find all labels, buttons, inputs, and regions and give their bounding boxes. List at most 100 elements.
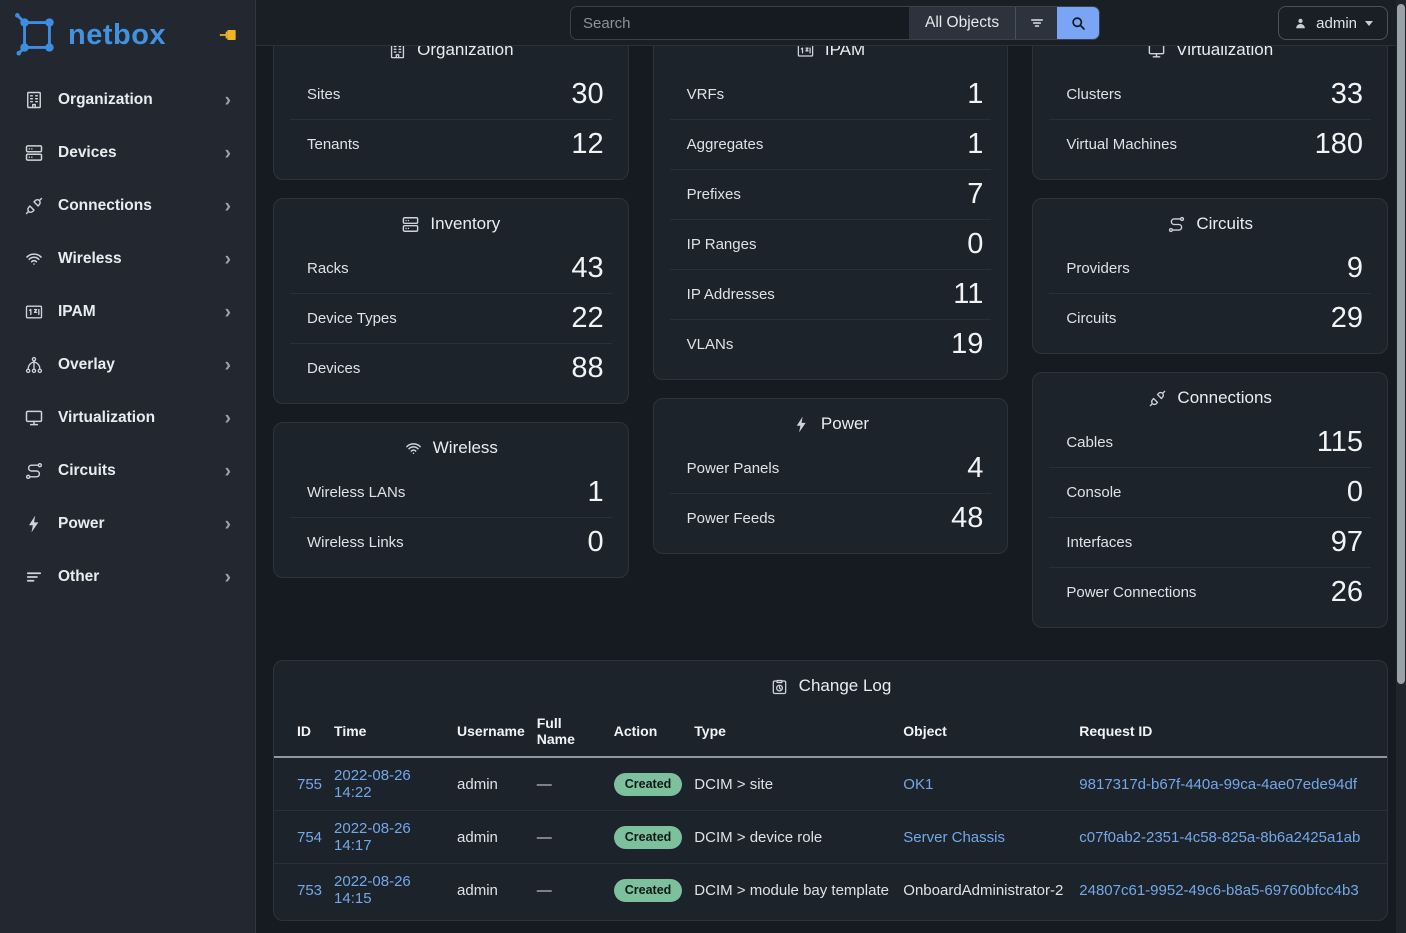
- stat-value-link[interactable]: 1: [967, 128, 983, 161]
- brand-name: netbox: [68, 19, 166, 52]
- logo[interactable]: netbox: [0, 0, 255, 68]
- log-object-link[interactable]: Server Chassis: [903, 829, 1005, 846]
- log-request-link[interactable]: 24807c61-9952-49c6-b8a5-69760bfcc4b3: [1079, 882, 1358, 899]
- sidebar-item-devices[interactable]: Devices ›: [12, 129, 243, 177]
- building-icon: [24, 90, 44, 110]
- dashboard-column: IPAM VRFs 1 Aggregates 1 Prefixes 7 IP R…: [653, 24, 1009, 554]
- stat-label: Virtual Machines: [1066, 136, 1177, 153]
- stat-value-link[interactable]: 1: [967, 78, 983, 111]
- log-request-link[interactable]: c07f0ab2-2351-4c58-825a-8b6a2425a1ab: [1079, 829, 1360, 846]
- sidebar-item-circuits[interactable]: Circuits ›: [12, 447, 243, 495]
- stat-value-link[interactable]: 30: [571, 78, 603, 111]
- stat-label: Racks: [307, 260, 349, 277]
- monitor-icon: [24, 408, 44, 428]
- stat-value-link[interactable]: 7: [967, 178, 983, 211]
- stat-label: Interfaces: [1066, 534, 1132, 551]
- log-time-link[interactable]: 2022-08-26 14:22: [334, 767, 411, 801]
- column-header-request-id: Request ID: [1079, 709, 1387, 757]
- sidebar-item-other[interactable]: Other ›: [12, 553, 243, 601]
- stat-label: Circuits: [1066, 310, 1116, 327]
- log-object-text: OnboardAdministrator-2: [903, 882, 1063, 899]
- sidebar-item-virtualization[interactable]: Virtualization ›: [12, 394, 243, 442]
- cell-time: 2022-08-26 14:22: [334, 757, 457, 811]
- chevron-right-icon: ›: [225, 568, 231, 587]
- log-id-link[interactable]: 755: [297, 776, 322, 793]
- cell-time: 2022-08-26 14:17: [334, 811, 457, 864]
- log-object-link[interactable]: OK1: [903, 776, 933, 793]
- stat-value-link[interactable]: 0: [1347, 476, 1363, 509]
- stat-label: Wireless LANs: [307, 484, 405, 501]
- stat-list: Power Panels 4 Power Feeds 48: [670, 443, 992, 543]
- stat-value-link[interactable]: 43: [571, 252, 603, 285]
- sidebar-pin-icon[interactable]: [219, 27, 239, 43]
- stat-value-link[interactable]: 9: [1347, 252, 1363, 285]
- log-id-link[interactable]: 753: [297, 882, 322, 899]
- sidebar-item-ipam[interactable]: IPAM ›: [12, 288, 243, 336]
- stat-value-link[interactable]: 97: [1331, 526, 1363, 559]
- log-time-link[interactable]: 2022-08-26 14:17: [334, 820, 411, 854]
- stat-row-ip-ranges: IP Ranges 0: [670, 219, 992, 269]
- log-time-link[interactable]: 2022-08-26 14:15: [334, 873, 411, 907]
- chevron-right-icon: ›: [225, 515, 231, 534]
- sidebar-nav: Organization › Devices › Connections › W…: [0, 68, 255, 614]
- stat-row-circuits: Circuits 29: [1049, 293, 1371, 343]
- stat-label: Power Feeds: [687, 510, 775, 527]
- stat-list: Sites 30 Tenants 12: [290, 69, 612, 169]
- card-organization: Organization Sites 30 Tenants 12: [273, 24, 629, 180]
- stat-value-link[interactable]: 19: [951, 328, 983, 361]
- sidebar-item-organization[interactable]: Organization ›: [12, 76, 243, 124]
- stat-value-link[interactable]: 26: [1331, 576, 1363, 609]
- stat-value-link[interactable]: 88: [571, 352, 603, 385]
- search-input[interactable]: [571, 7, 909, 39]
- cell-username: admin: [457, 864, 537, 917]
- stat-value-link[interactable]: 0: [588, 526, 604, 559]
- stat-label: Cables: [1066, 434, 1113, 451]
- stat-value-link[interactable]: 12: [571, 128, 603, 161]
- log-request-link[interactable]: 9817317d-b67f-440a-99ca-4ae07ede94df: [1079, 776, 1357, 793]
- cell-fullname: —: [537, 864, 614, 917]
- cell-id: 753: [274, 864, 334, 917]
- clipboard-clock-icon: [770, 677, 789, 696]
- cell-request: 9817317d-b67f-440a-99ca-4ae07ede94df: [1079, 757, 1387, 811]
- search-scope-button[interactable]: All Objects: [909, 7, 1015, 39]
- sidebar-item-connections[interactable]: Connections ›: [12, 182, 243, 230]
- stat-value-link[interactable]: 33: [1331, 78, 1363, 111]
- vertical-scrollbar: [1396, 0, 1406, 933]
- filter-icon: [1028, 14, 1046, 32]
- stat-value-link[interactable]: 1: [588, 476, 604, 509]
- stat-value-link[interactable]: 29: [1331, 302, 1363, 335]
- card-connections: Connections Cables 115 Console 0 Interfa…: [1032, 372, 1388, 628]
- list-icon: [24, 567, 44, 587]
- stat-label: Console: [1066, 484, 1121, 501]
- stat-row-sites: Sites 30: [290, 69, 612, 119]
- cell-action: Created: [614, 811, 695, 864]
- scrollbar-thumb[interactable]: [1397, 4, 1405, 684]
- search-button[interactable]: [1057, 7, 1099, 39]
- card-power: Power Power Panels 4 Power Feeds 48: [653, 398, 1009, 554]
- stat-value-link[interactable]: 115: [1317, 426, 1363, 459]
- stat-label: VLANs: [687, 336, 734, 353]
- sidebar-item-wireless[interactable]: Wireless ›: [12, 235, 243, 283]
- bolt-icon: [792, 415, 811, 434]
- log-id-link[interactable]: 754: [297, 829, 322, 846]
- stat-value-link[interactable]: 22: [571, 302, 603, 335]
- stat-label: VRFs: [687, 86, 725, 103]
- dashboard-column: Virtualization Clusters 33 Virtual Machi…: [1032, 24, 1388, 628]
- user-menu-button[interactable]: admin: [1278, 6, 1388, 40]
- sidebar-item-overlay[interactable]: Overlay ›: [12, 341, 243, 389]
- stat-row-aggregates: Aggregates 1: [670, 119, 992, 169]
- chevron-right-icon: ›: [225, 144, 231, 163]
- stat-value-link[interactable]: 11: [953, 278, 983, 311]
- sidebar-item-label: Circuits: [58, 462, 116, 480]
- stat-value-link[interactable]: 4: [967, 452, 983, 485]
- chevron-right-icon: ›: [225, 356, 231, 375]
- stat-value-link[interactable]: 0: [967, 228, 983, 261]
- stat-value-link[interactable]: 48: [951, 502, 983, 535]
- stat-label: Wireless Links: [307, 534, 404, 551]
- stat-value-link[interactable]: 180: [1315, 128, 1363, 161]
- chevron-right-icon: ›: [225, 409, 231, 428]
- changelog-table: IDTimeUsernameFull NameActionTypeObjectR…: [274, 709, 1387, 916]
- sidebar-item-power[interactable]: Power ›: [12, 500, 243, 548]
- filter-button[interactable]: [1015, 7, 1057, 39]
- cell-fullname: —: [537, 811, 614, 864]
